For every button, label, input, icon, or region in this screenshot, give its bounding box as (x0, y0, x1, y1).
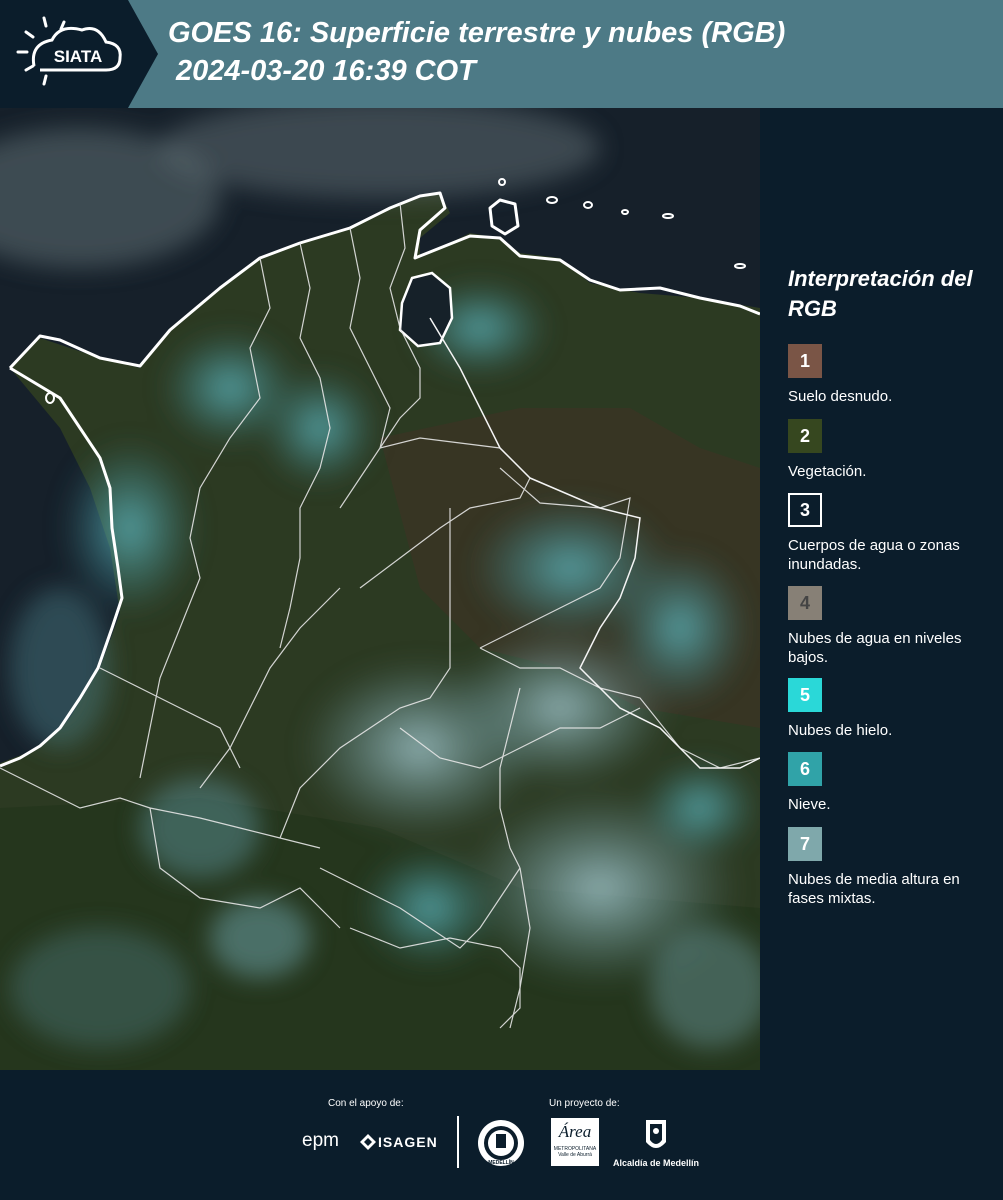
footer-divider (457, 1116, 459, 1168)
legend-swatch: 2 (788, 419, 822, 453)
area-metropolitana-caption: METROPOLITANA Valle de Aburrá (553, 1146, 597, 1158)
seal-caption: MEDELLÍN (488, 1160, 514, 1166)
alcaldia-name: Alcaldía de Medellín (612, 1158, 700, 1168)
area-metropolitana-name: Área (558, 1122, 592, 1141)
legend-swatch: 7 (788, 827, 822, 861)
legend-swatch: 1 (788, 344, 822, 378)
alcaldia-shield-icon (646, 1120, 666, 1148)
area-metropolitana-logo: Área METROPOLITANA Valle de Aburrá (551, 1118, 599, 1166)
legend-item-mid-level-clouds: 7 Nubes de media altura en fases mixtas. (788, 827, 993, 908)
legend-item-snow: 6 Nieve. (788, 752, 993, 814)
project-label: Un proyecto de: (549, 1098, 620, 1109)
legend-label: Nieve. (788, 796, 831, 813)
legend-label: Nubes de hielo. (788, 722, 893, 739)
legend-label: Nubes de media altura en fases mixtas. (788, 871, 960, 907)
legend-item-ice-clouds: 5 Nubes de hielo. (788, 678, 993, 740)
legend-swatch: 6 (788, 752, 822, 786)
header: SIATA GOES 16: Superficie terrestre y nu… (0, 0, 1003, 108)
satellite-map[interactable] (0, 108, 760, 1070)
legend-panel: Interpretación del RGB 1 Suelo desnudo. … (760, 108, 1003, 1070)
satellite-image (0, 108, 760, 1070)
isagen-icon (360, 1134, 376, 1150)
legend-swatch: 4 (788, 586, 822, 620)
epm-logo: epm (302, 1130, 339, 1151)
legend-item-vegetation: 2 Vegetación. (788, 419, 993, 481)
legend-title: Interpretación del RGB (788, 266, 973, 321)
legend-item-water-bodies: 3 Cuerpos de agua o zonas inundadas. (788, 493, 993, 574)
logo-text: SIATA (54, 47, 102, 66)
legend-label: Nubes de agua en niveles bajos. (788, 630, 962, 666)
isagen-logo: ISAGEN (378, 1134, 438, 1150)
siata-logo: SIATA (0, 0, 158, 108)
legend-label: Vegetación. (788, 463, 867, 480)
title-line-2: 2024-03-20 16:39 COT (176, 55, 476, 87)
title-line-1: GOES 16: Superficie terrestre y nubes (R… (168, 17, 786, 49)
legend-label: Suelo desnudo. (788, 388, 893, 405)
footer: Con el apoyo de: Un proyecto de: epm ISA… (0, 1070, 1003, 1200)
support-label: Con el apoyo de: (328, 1098, 404, 1109)
legend-item-low-water-clouds: 4 Nubes de agua en niveles bajos. (788, 586, 993, 667)
legend-item-bare-soil: 1 Suelo desnudo. (788, 344, 993, 406)
legend-swatch: 5 (788, 678, 822, 712)
page-title: GOES 16: Superficie terrestre y nubes (R… (168, 14, 785, 90)
legend-label: Cuerpos de agua o zonas inundadas. (788, 537, 960, 573)
legend-swatch: 3 (788, 493, 822, 527)
